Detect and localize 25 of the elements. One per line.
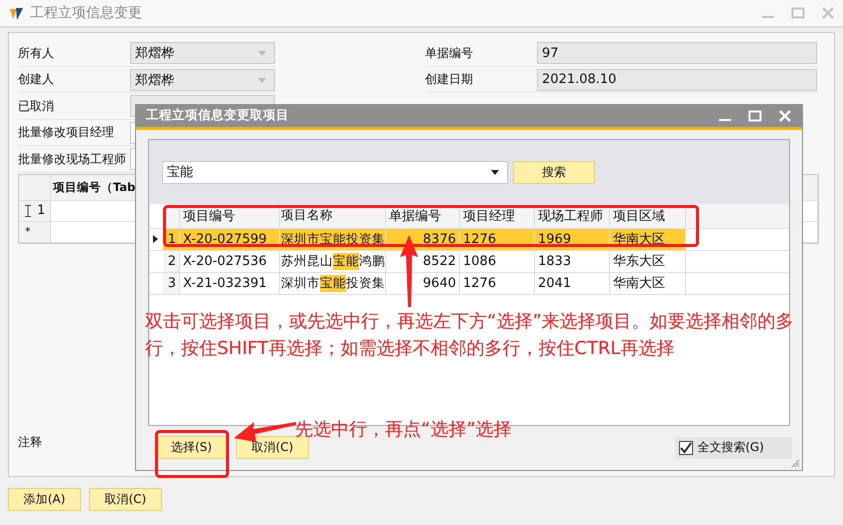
table-cell: 1276 [460, 272, 535, 294]
table-cell: X-21-032391 [180, 272, 280, 294]
table-cell: 华南大区 [610, 272, 686, 294]
window-title: 工程立项信息变更 [30, 4, 143, 22]
field-label: 创建日期 [425, 71, 474, 88]
field-label: 批量修改项目经理 [18, 124, 115, 142]
field-label: 创建人 [18, 71, 55, 88]
field-label: 所有人 [18, 44, 55, 62]
row-number: 1 [37, 203, 46, 218]
row-number: 2 [163, 250, 180, 272]
field-label: 批量修改现场工程师 [18, 150, 127, 168]
table-cell: 1086 [460, 250, 535, 272]
table-cell: 苏州昆山宝能鸿鹏 [280, 250, 386, 272]
field-label: 单据编号 [425, 44, 474, 62]
row-number: 3 [163, 272, 180, 294]
dialog-title: 工程立项信息变更取项目 [146, 107, 289, 124]
table-cell: 华东大区 [610, 250, 686, 272]
table-cell: X-20-027536 [180, 250, 280, 272]
field-label: 注释 [18, 434, 42, 448]
new-row-marker: * [25, 225, 30, 238]
field-label: 已取消 [18, 98, 55, 115]
table-cell: 1833 [535, 250, 610, 272]
table-cell: 2041 [535, 272, 610, 294]
table-cell: 深圳市宝能投资集 [280, 272, 386, 294]
annotation-text: 双击可选择项目，或先选中行，再选左下方“选择”来选择项目。如要选择相邻的多行，按住SHIFT再选择；如需选择不相邻的多行，按住CTRL再选择 [145, 310, 795, 361]
